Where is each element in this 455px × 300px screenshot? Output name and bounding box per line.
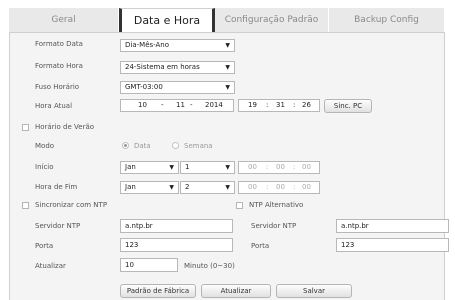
tab-geral[interactable]: Geral: [9, 8, 119, 32]
mode-week-radio[interactable]: [172, 142, 179, 149]
time-separator: :: [266, 163, 269, 171]
dst-end-hour[interactable]: 00: [248, 182, 257, 193]
date-format-label: Formato Data: [35, 40, 83, 48]
dst-end-minute[interactable]: 00: [276, 182, 285, 193]
hour-field[interactable]: 19: [248, 100, 257, 111]
timezone-select[interactable]: GMT-03:00 ▼: [120, 81, 235, 94]
dst-end-time-input[interactable]: 00 : 00 : 00: [238, 181, 320, 194]
current-date-input[interactable]: 10 - 11 - 2014: [120, 99, 234, 112]
alt-ntp-server-input[interactable]: a.ntp.br: [336, 219, 449, 233]
time-separator: :: [266, 183, 269, 191]
date-separator: -: [190, 101, 193, 109]
dst-end-day-select[interactable]: 2 ▼: [180, 181, 235, 194]
dst-start-label: Início: [35, 163, 54, 171]
ntp-port-input[interactable]: 123: [120, 238, 233, 252]
time-separator: :: [266, 101, 269, 109]
dst-start-time-input[interactable]: 00 : 00 : 00: [238, 161, 320, 174]
ntp-alt-label: NTP Alternativo: [249, 201, 304, 209]
dst-start-month-value: Jan: [125, 163, 136, 171]
time-separator: :: [293, 183, 296, 191]
dst-start-day-select[interactable]: 1 ▼: [180, 161, 235, 174]
dst-end-second[interactable]: 00: [302, 182, 311, 193]
dst-start-day-value: 1: [185, 163, 190, 171]
dropdown-arrow-icon: ▼: [225, 164, 230, 171]
mode-date-radio[interactable]: [122, 142, 129, 149]
factory-default-button[interactable]: Padrão de Fábrica: [120, 284, 196, 298]
sync-pc-button[interactable]: Sinc. PC: [324, 99, 372, 113]
time-format-value: 24-Sistema em horas: [125, 63, 200, 71]
mode-date-label: Data: [134, 142, 151, 150]
update-interval-input[interactable]: 10: [120, 258, 178, 272]
alt-ntp-port-input[interactable]: 123: [336, 238, 449, 252]
dropdown-arrow-icon: ▼: [225, 42, 230, 49]
alt-ntp-server-label: Servidor NTP: [251, 222, 297, 230]
dst-start-month-select[interactable]: Jan ▼: [120, 161, 179, 174]
tab-bar: Geral Data e Hora Configuração Padrão Ba…: [9, 8, 445, 32]
month-field[interactable]: 11: [176, 100, 185, 111]
dst-start-hour[interactable]: 00: [248, 162, 257, 173]
update-interval-label: Atualizar: [35, 262, 66, 270]
alt-ntp-port-label: Porta: [251, 242, 270, 250]
time-separator: :: [293, 101, 296, 109]
dst-end-month-value: Jan: [125, 183, 136, 191]
dropdown-arrow-icon: ▼: [169, 164, 174, 171]
current-time-input[interactable]: 19 : 31 : 26: [238, 99, 320, 112]
update-interval-unit: Minuto (0~30): [184, 262, 235, 270]
year-field[interactable]: 2014: [205, 100, 223, 111]
tab-backup-config[interactable]: Backup Config: [329, 8, 445, 32]
date-separator: -: [161, 101, 164, 109]
ntp-server-label: Servidor NTP: [35, 222, 81, 230]
dst-label: Horário de Verão: [35, 123, 95, 131]
tab-configuracao-padrao[interactable]: Configuração Padrão: [215, 8, 329, 32]
current-time-label: Hora Atual: [35, 102, 73, 110]
dst-start-second[interactable]: 00: [302, 162, 311, 173]
time-format-select[interactable]: 24-Sistema em horas ▼: [120, 61, 235, 74]
second-field[interactable]: 26: [302, 100, 311, 111]
mode-week-label: Semana: [184, 142, 213, 150]
date-format-select[interactable]: Dia-Mês-Ano ▼: [120, 39, 235, 52]
dropdown-arrow-icon: ▼: [225, 84, 230, 91]
day-field[interactable]: 10: [138, 100, 147, 111]
save-button[interactable]: Salvar: [276, 284, 352, 298]
dst-checkbox[interactable]: [22, 124, 29, 131]
date-format-value: Dia-Mês-Ano: [125, 41, 170, 49]
time-format-label: Formato Hora: [35, 62, 83, 70]
dropdown-arrow-icon: ▼: [225, 184, 230, 191]
dropdown-arrow-icon: ▼: [225, 64, 230, 71]
ntp-checkbox[interactable]: [22, 202, 29, 209]
dst-end-month-select[interactable]: Jan ▼: [120, 181, 179, 194]
dropdown-arrow-icon: ▼: [169, 184, 174, 191]
ntp-label: Sincronizar com NTP: [35, 201, 108, 209]
ntp-server-input[interactable]: a.ntp.br: [120, 219, 233, 233]
timezone-label: Fuso Horário: [35, 83, 80, 91]
minute-field[interactable]: 31: [276, 100, 285, 111]
ntp-alt-checkbox[interactable]: [236, 202, 243, 209]
time-separator: :: [293, 163, 296, 171]
timezone-value: GMT-03:00: [125, 83, 163, 91]
tab-data-e-hora[interactable]: Data e Hora: [119, 8, 215, 32]
dst-mode-label: Modo: [35, 142, 55, 150]
dst-end-day-value: 2: [185, 183, 190, 191]
ntp-port-label: Porta: [35, 242, 54, 250]
refresh-button[interactable]: Atualizar: [201, 284, 271, 298]
dst-end-label: Hora de Fim: [35, 183, 78, 191]
dst-start-minute[interactable]: 00: [276, 162, 285, 173]
